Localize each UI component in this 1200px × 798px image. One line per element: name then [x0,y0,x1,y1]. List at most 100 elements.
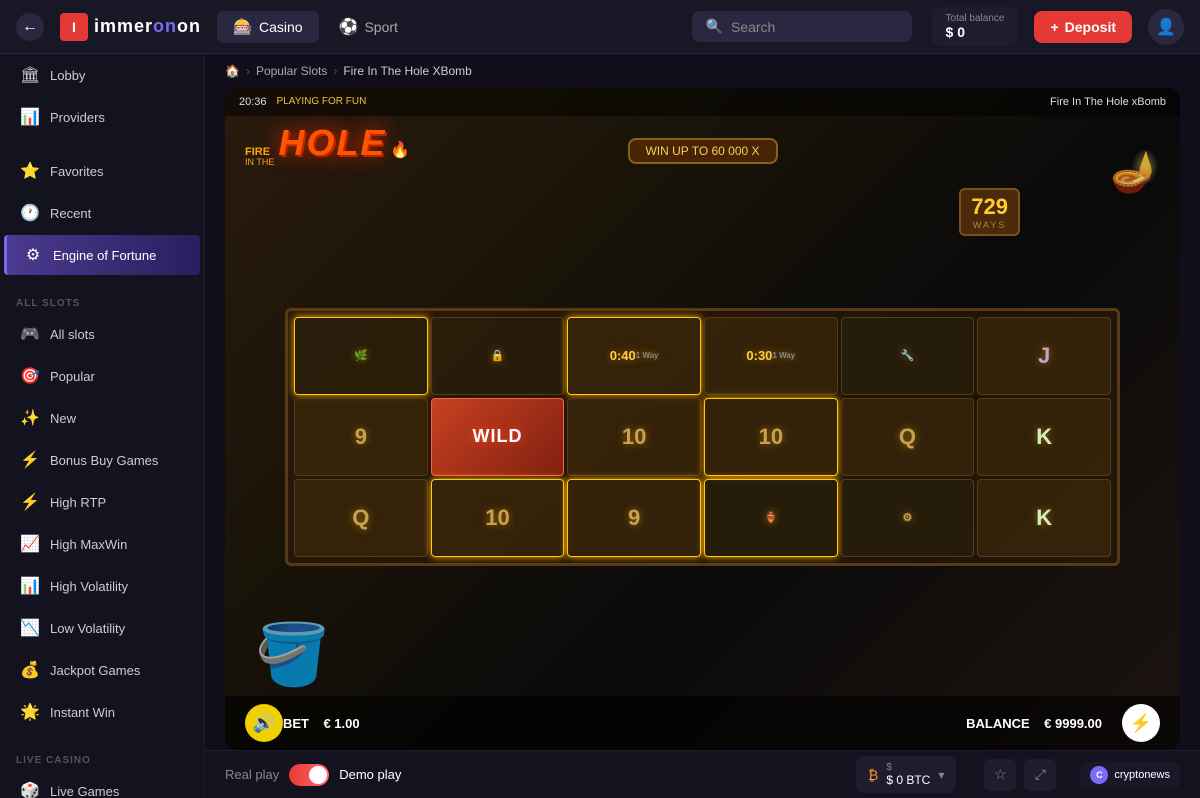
ways-number: 729 [971,194,1008,220]
reel-cell: K [977,398,1111,476]
sidebar-item-instant-win[interactable]: 🌟 Instant Win [4,692,200,732]
sidebar-item-high-rtp-label: High RTP [50,495,106,510]
tab-casino[interactable]: 🎰 Casino [217,11,319,43]
jackpot-icon: 💰 [20,660,40,680]
sidebar-item-engine-of-fortune[interactable]: ⚙ Engine of Fortune [4,235,200,275]
balance-amount-game: € 9999.00 [1044,716,1102,731]
balance-label: Total balance [946,13,1005,24]
toggle-switch[interactable] [289,764,329,786]
sidebar-item-engine-label: Engine of Fortune [53,248,156,263]
low-volatility-icon: 📉 [20,618,40,638]
balance-area: Total balance $ 0 [932,7,1019,46]
top-navigation: ← I immeronon 🎰 Casino ⚽ Sport 🔍 Search … [0,0,1200,54]
currency-selector[interactable]: ₿ $ $ 0 BTC ▾ [856,756,956,793]
sidebar-item-bonus-buy-label: Bonus Buy Games [50,453,158,468]
tab-sport-label: Sport [364,19,397,35]
all-slots-label: ALL SLOTS [0,288,204,313]
sidebar-item-popular[interactable]: 🎯 Popular [4,356,200,396]
sidebar-item-high-maxwin[interactable]: 📈 High MaxWin [4,524,200,564]
sidebar-item-recent-label: Recent [50,206,91,221]
bet-label: BET [283,716,309,731]
sound-button[interactable]: 🔊 [245,704,283,742]
deposit-icon: + [1050,19,1058,35]
reel-cell: 🌿 [294,317,428,395]
sidebar-item-providers[interactable]: 📊 Providers [4,97,200,137]
game-container: 20:36 PLAYING FOR FUN Fire In The Hole x… [205,88,1200,750]
game-bet-display: BET € 1.00 [283,716,360,731]
sidebar-item-low-volatility-label: Low Volatility [50,621,125,636]
back-icon: ← [22,18,38,36]
user-avatar[interactable]: 👤 [1148,9,1184,45]
game-time-area: 20:36 PLAYING FOR FUN [239,96,366,108]
engine-icon: ⚙ [23,245,43,265]
sidebar-item-bonus-buy[interactable]: ⚡ Bonus Buy Games [4,440,200,480]
high-rtp-icon: ⚡ [20,492,40,512]
breadcrumb: 🏠 › Popular Slots › Fire In The Hole XBo… [205,54,1200,88]
home-icon[interactable]: 🏠 [225,64,240,78]
providers-icon: 📊 [20,107,40,127]
popular-icon: 🎯 [20,366,40,386]
content-area: 🏠 › Popular Slots › Fire In The Hole XBo… [205,54,1200,798]
breadcrumb-sep-1: › [246,64,250,78]
sidebar-item-all-slots[interactable]: 🎮 All slots [4,314,200,354]
sidebar-item-new[interactable]: ✨ New [4,398,200,438]
reel-cell: 0:301 Way [704,317,838,395]
sidebar-item-low-volatility[interactable]: 📉 Low Volatility [4,608,200,648]
sidebar-item-live-games[interactable]: 🎲 Live Games [4,771,200,798]
main-area: 🏛 Lobby 📊 Providers ⭐ Favorites 🕐 Recent… [0,54,1200,798]
sidebar-item-high-volatility[interactable]: 📊 High Volatility [4,566,200,606]
sidebar-item-lobby-label: Lobby [50,68,85,83]
favorites-icon: ⭐ [20,161,40,181]
reel-cell: ⚙ [841,479,975,557]
tab-sport[interactable]: ⚽ Sport [323,11,414,43]
reel-cell: 10 [704,398,838,476]
sidebar-item-high-maxwin-label: High MaxWin [50,537,127,552]
search-icon: 🔍 [706,18,723,35]
high-maxwin-icon: 📈 [20,534,40,554]
game-bottom-controls: 🔊 BET € 1.00 BALANCE € 9999.00 [225,696,1180,750]
lightning-button[interactable]: ⚡ [1122,704,1160,742]
sidebar-item-providers-label: Providers [50,110,105,125]
sidebar-item-high-volatility-label: High Volatility [50,579,128,594]
sidebar-item-jackpot-label: Jackpot Games [50,663,140,678]
reel-cell: Q [294,479,428,557]
logo[interactable]: I immeronon [60,13,201,41]
win-banner: WIN UP TO 60 000 X [627,138,777,164]
favorite-button[interactable]: ☆ [984,759,1016,791]
user-icon: 👤 [1156,17,1176,37]
btc-chevron-icon: ▾ [938,768,944,782]
logo-text: immeronon [94,16,201,37]
tab-casino-label: Casino [259,19,303,35]
sidebar-item-recent[interactable]: 🕐 Recent [4,193,200,233]
game-title-top: Fire In The Hole xBomb [1050,96,1166,108]
game-time: 20:36 [239,96,267,108]
back-button[interactable]: ← [16,13,44,41]
reel-cell: 9 [567,479,701,557]
sidebar-item-favorites-label: Favorites [50,164,103,179]
game-overlay: 20:36 PLAYING FOR FUN Fire In The Hole x… [225,88,1180,750]
expand-icon: ⤢ [1035,766,1046,783]
sidebar-item-high-rtp[interactable]: ⚡ High RTP [4,482,200,522]
sidebar-item-favorites[interactable]: ⭐ Favorites [4,151,200,191]
sidebar-item-instant-win-label: Instant Win [50,705,115,720]
sidebar-item-lobby[interactable]: 🏛 Lobby [4,55,200,95]
reel-grid: 🌿 🔒 0:401 Way 0:301 Way 🔧 J 9 WILD [294,317,1111,557]
bet-amount: € 1.00 [323,716,359,731]
reel-cell: K [977,479,1111,557]
reel-cell: 🔒 [431,317,565,395]
new-icon: ✨ [20,408,40,428]
deposit-button[interactable]: + Deposit [1034,11,1132,43]
expand-button[interactable]: ⤢ [1024,759,1056,791]
game-frame: 20:36 PLAYING FOR FUN Fire In The Hole x… [225,88,1180,750]
breadcrumb-popular-slots[interactable]: Popular Slots [256,64,327,78]
sidebar-item-jackpot[interactable]: 💰 Jackpot Games [4,650,200,690]
btc-usd-label: $ [886,762,930,773]
reel-cell: J [977,317,1111,395]
search-bar[interactable]: 🔍 Search [692,11,912,42]
reel-cell: Q [841,398,975,476]
balance-value: $ 0 [946,24,1005,40]
cryptonews-icon: C [1090,766,1108,784]
all-slots-icon: 🎮 [20,324,40,344]
cryptonews-badge: C cryptonews [1080,762,1180,788]
reel-cell: 0:401 Way [567,317,701,395]
